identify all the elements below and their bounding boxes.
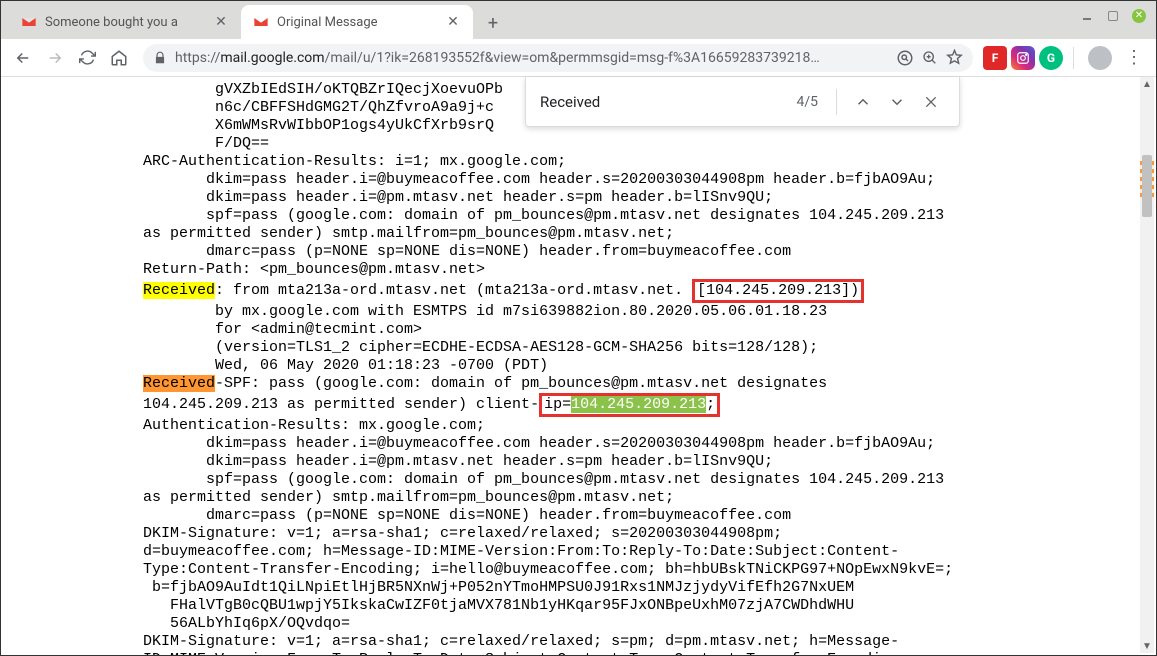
browser-window: Someone bought you a ✕ Original Message … bbox=[0, 0, 1157, 656]
close-icon[interactable]: ✕ bbox=[445, 14, 461, 30]
page-content: gVXZbIEdSIH/oKTQBZrIQecjXoevuOPb n6c/CBF… bbox=[133, 77, 1132, 655]
new-tab-button[interactable]: + bbox=[479, 9, 507, 37]
home-button[interactable] bbox=[105, 44, 133, 72]
find-next-button[interactable] bbox=[883, 88, 911, 116]
instagram-extension-icon[interactable] bbox=[1011, 46, 1035, 70]
tab-inactive[interactable]: Someone bought you a ✕ bbox=[9, 5, 241, 39]
find-match-highlight: Received bbox=[143, 282, 215, 299]
find-count: 4/5 bbox=[796, 94, 818, 110]
tab-active[interactable]: Original Message ✕ bbox=[241, 5, 473, 39]
flipboard-extension-icon[interactable]: F bbox=[983, 46, 1007, 70]
close-icon[interactable]: ✕ bbox=[213, 14, 229, 30]
viewport: gVXZbIEdSIH/oKTQBZrIQecjXoevuOPb n6c/CBF… bbox=[1, 77, 1156, 655]
scroll-thumb[interactable] bbox=[1142, 155, 1152, 217]
toolbar: https://mail.google.com/mail/u/1?ik=2681… bbox=[1, 39, 1156, 77]
annotation-ip-box: ip=104.245.209.213; bbox=[539, 393, 720, 417]
gmail-icon bbox=[21, 14, 37, 30]
vertical-scrollbar[interactable]: ▲ ▼ bbox=[1140, 77, 1154, 653]
find-in-page-icon[interactable] bbox=[896, 49, 914, 67]
separator bbox=[1073, 47, 1074, 69]
reload-button[interactable] bbox=[73, 44, 101, 72]
raw-headers: gVXZbIEdSIH/oKTQBZrIQecjXoevuOPb n6c/CBF… bbox=[133, 77, 1132, 655]
tab-strip: Someone bought you a ✕ Original Message … bbox=[1, 1, 1156, 39]
url-text: https://mail.google.com/mail/u/1?ik=2681… bbox=[175, 50, 888, 66]
address-bar[interactable]: https://mail.google.com/mail/u/1?ik=2681… bbox=[143, 44, 973, 72]
annotation-ip-box: [104.245.209.213]) bbox=[692, 279, 864, 303]
maximize-button[interactable] bbox=[1108, 11, 1118, 21]
find-bar: Received 4/5 bbox=[525, 77, 960, 127]
profile-avatar[interactable] bbox=[1088, 46, 1112, 70]
scroll-up-arrow[interactable]: ▲ bbox=[1140, 77, 1154, 91]
minimize-button[interactable]: _ bbox=[1080, 5, 1094, 19]
window-controls: _ ✕ bbox=[1080, 9, 1146, 23]
selection-highlight: 104.245.209.213 bbox=[571, 396, 706, 413]
tab-title: Original Message bbox=[277, 15, 437, 30]
scroll-down-arrow[interactable]: ▼ bbox=[1140, 639, 1154, 653]
forward-button[interactable] bbox=[41, 44, 69, 72]
tab-title: Someone bought you a bbox=[45, 15, 205, 30]
back-button[interactable] bbox=[9, 44, 37, 72]
grammarly-extension-icon[interactable]: G bbox=[1039, 46, 1063, 70]
star-icon[interactable] bbox=[946, 49, 963, 66]
gmail-icon bbox=[253, 14, 269, 30]
close-window-button[interactable]: ✕ bbox=[1132, 9, 1146, 23]
separator bbox=[836, 89, 837, 115]
zoom-icon[interactable] bbox=[922, 50, 938, 66]
find-prev-button[interactable] bbox=[849, 88, 877, 116]
find-input[interactable]: Received bbox=[540, 93, 790, 111]
menu-button[interactable]: ⋮ bbox=[1120, 47, 1148, 68]
lock-icon bbox=[153, 51, 167, 65]
find-close-button[interactable] bbox=[917, 88, 945, 116]
find-current-match-highlight: Received bbox=[143, 375, 215, 392]
